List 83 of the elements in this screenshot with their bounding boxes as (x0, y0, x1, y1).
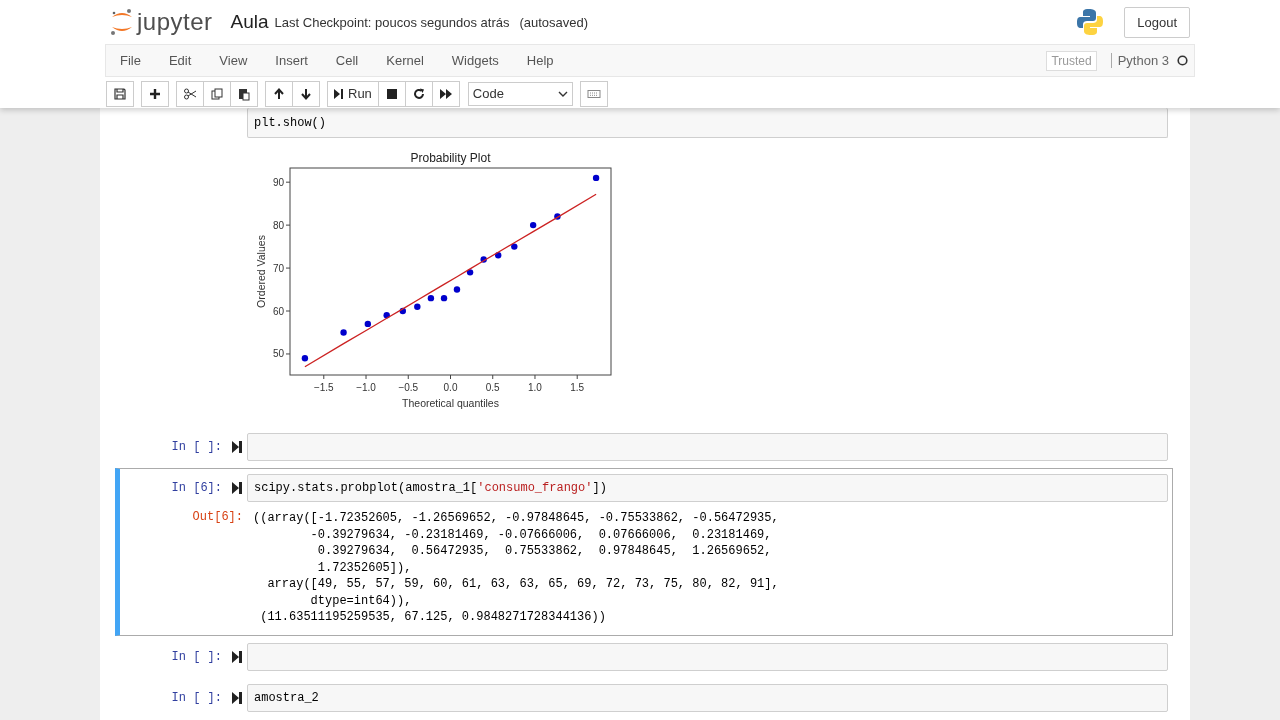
code-input[interactable]: scipy.stats.probplot(amostra_1['consumo_frango']) (247, 473, 1168, 502)
menu-item[interactable]: Insert (261, 53, 322, 68)
arrow-down-icon[interactable] (292, 80, 320, 107)
data-point (554, 212, 561, 220)
code-line: plt.show() (254, 115, 327, 132)
run-cell-icon[interactable] (232, 481, 242, 494)
input-prompt: In [6]: (170, 480, 223, 495)
menu-item[interactable]: Help (512, 53, 568, 68)
menu-item[interactable]: File (106, 53, 155, 68)
y-tick-label: 50 (272, 347, 284, 359)
code-input[interactable] (247, 432, 1168, 461)
data-point (511, 242, 518, 250)
cell-type-select[interactable]: Code (467, 81, 573, 106)
scissors-icon[interactable] (176, 80, 204, 107)
selected-cell[interactable] (115, 467, 1173, 636)
output-text: ((array([-1.72352605, -1.26569652, -0.97848645, -0.75533862, -0.56472935, -0.39279634, -0.23181469, -0.07666006, 0.07666006, 0.23181469, 0.39279634, 0.56472935, 0.75533862, 0.97848645, 1.26569652, 1.72352605]), array([49, 55, 57, 59, 60, 61, 63, 63, 65, 69, 72, 73, 75, 80, 82, 91], dtype=int64)), (11.63511195259535, 67.125, 0.9848271728344136)) (252, 510, 780, 626)
code-input[interactable]: amostra_2 (247, 683, 1168, 712)
chevron-down-icon (557, 90, 568, 97)
data-point (383, 311, 390, 318)
python-logo-icon (1076, 8, 1105, 36)
paste-icon[interactable] (230, 80, 258, 107)
code-line: scipy.stats.probplot(amostra_1['consumo_frango']) (254, 479, 608, 496)
notebook-name[interactable]: Aula (230, 11, 269, 33)
stop-icon[interactable] (377, 80, 406, 107)
data-point (466, 268, 474, 276)
add-cell-icon[interactable] (141, 80, 169, 107)
y-tick-label: 80 (272, 219, 284, 231)
notebook-cell[interactable]: In [ ]: (115, 426, 1173, 467)
input-prompt: In [ ]: (170, 439, 223, 454)
data-point (414, 303, 421, 310)
keyboard-icon[interactable] (579, 80, 608, 107)
run-cell-icon[interactable] (232, 440, 242, 453)
x-tick-label: −1.0 (356, 381, 376, 393)
notebook-cell[interactable]: In [ ]: amostra_2 (115, 677, 1173, 718)
input-prompt: In [ ]: (170, 649, 223, 664)
output-prompt: Out[6]: (191, 509, 244, 526)
x-tick-label: −1.5 (313, 381, 334, 393)
data-point (480, 255, 487, 263)
notebook-cell[interactable]: In [ ]: (115, 636, 1173, 677)
input-prompt: In [ ]: (170, 690, 223, 705)
y-tick-label: 90 (272, 176, 284, 188)
x-tick-label: 1.0 (528, 381, 542, 393)
data-point (495, 251, 502, 258)
menu-item[interactable]: Cell (321, 53, 373, 68)
x-tick-label: −0.5 (398, 381, 419, 393)
save-icon[interactable] (106, 80, 134, 107)
step-icon (334, 87, 344, 100)
y-tick-label: 70 (272, 262, 284, 274)
menu-item[interactable]: View (205, 53, 262, 68)
y-axis-label: Ordered Values (255, 234, 267, 308)
code-input[interactable]: plt.show() (247, 108, 1168, 138)
chart-title: Probability Plot (410, 150, 491, 165)
fast-forward-icon[interactable] (431, 80, 460, 107)
menu-item[interactable]: Widgets (437, 53, 513, 68)
menu-item[interactable]: Kernel (372, 53, 438, 68)
data-point (301, 354, 309, 361)
code-input[interactable] (247, 642, 1168, 671)
menu-item[interactable]: Edit (154, 53, 206, 68)
autosave-text: (autosaved) (519, 14, 589, 30)
notebook-cell[interactable]: plt.show() Probability Plot −1.5 −1.0 −0.5 0.0 0.5 1.0 1.5 50 60 70 80 90 Theoretical quantiles Ordered Values (115, 108, 1173, 426)
data-point (453, 285, 461, 293)
x-axis-label: Theoretical quantiles (402, 396, 499, 409)
code-line: amostra_2 (254, 689, 320, 706)
checkpoint-text: Last Checkpoint: poucos segundos atrás (274, 14, 510, 30)
run-button[interactable]: Run (327, 80, 379, 107)
restart-icon[interactable] (404, 80, 433, 107)
data-point (440, 294, 448, 301)
arrow-up-icon[interactable] (265, 80, 293, 107)
x-tick-label: 0.5 (485, 381, 500, 393)
x-tick-label: 0.0 (443, 381, 458, 393)
kernel-name[interactable]: Python 3 (1117, 53, 1169, 68)
run-cell-icon[interactable] (232, 650, 242, 663)
logo-text[interactable]: jupyter (137, 8, 213, 36)
data-point (592, 174, 600, 181)
y-tick-label: 60 (272, 305, 284, 316)
run-cell-icon[interactable] (232, 691, 242, 704)
data-point (364, 320, 372, 327)
data-point (340, 328, 347, 336)
data-point (427, 294, 435, 301)
data-point (529, 221, 537, 228)
data-point (399, 307, 406, 314)
logout-button[interactable]: Logout (1124, 6, 1190, 38)
x-tick-label: 1.5 (570, 381, 585, 393)
